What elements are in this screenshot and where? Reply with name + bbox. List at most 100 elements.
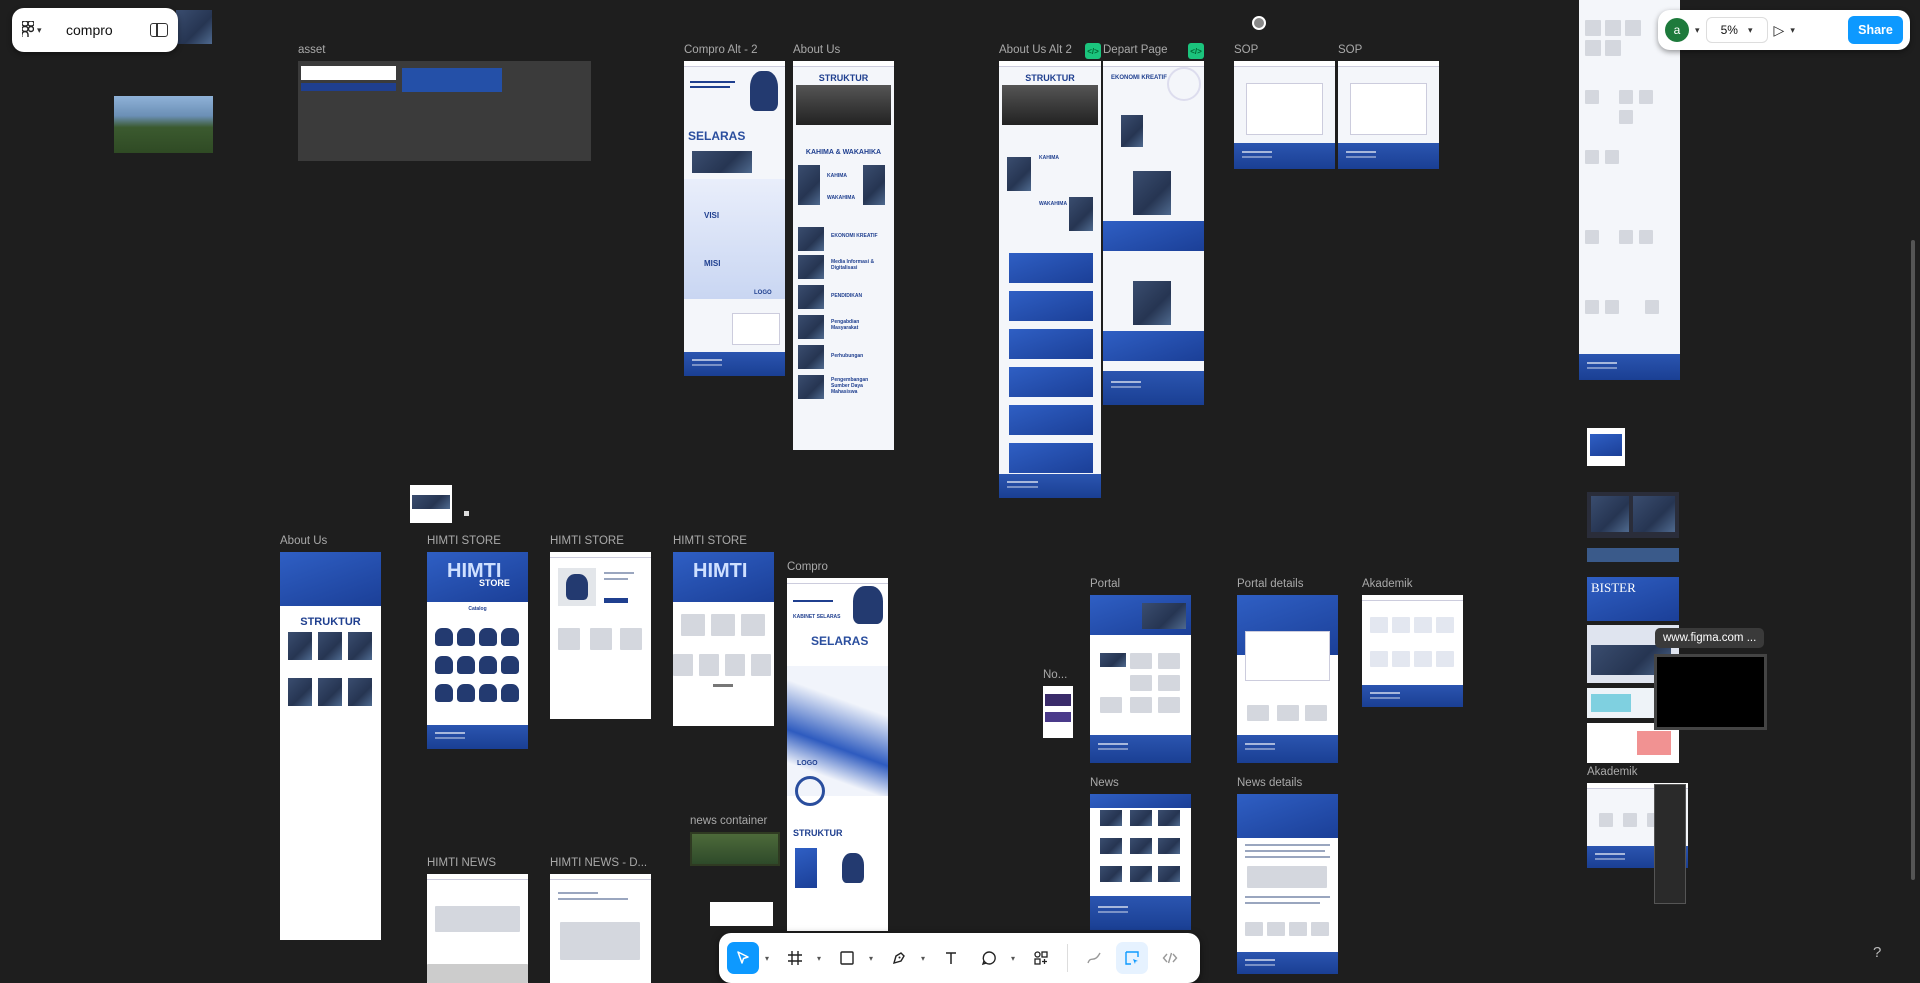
frame-label-himti-store-3[interactable]: HIMTI STORE	[673, 535, 747, 547]
main-menu-button[interactable]: ▾	[21, 19, 56, 40]
frame-thumb[interactable]	[1587, 428, 1625, 466]
zoom-dropdown[interactable]: 5% ▾	[1705, 17, 1768, 43]
frame-small-thumb[interactable]	[410, 485, 452, 523]
frame-label-about-us-bottom[interactable]: About Us	[280, 535, 327, 547]
frame-compro[interactable]: KABINET SELARAS SELARAS LOGO STRUKTUR	[787, 578, 888, 931]
chevron-down-icon[interactable]: ▾	[1695, 25, 1700, 36]
image-thumbnail[interactable]	[176, 10, 212, 44]
zoom-level: 5%	[1720, 23, 1738, 37]
frame-no[interactable]	[1043, 686, 1073, 738]
toolbar-divider	[1067, 944, 1068, 972]
actions-tool-icon[interactable]	[1025, 942, 1057, 974]
frame-label-news-details[interactable]: News details	[1237, 777, 1302, 789]
frame-label-news[interactable]: News	[1090, 777, 1119, 789]
frame-portal[interactable]	[1090, 595, 1191, 763]
frame-label-himti-news-d[interactable]: HIMTI NEWS - D...	[550, 857, 647, 869]
frame-about-us-alt-2[interactable]: STRUKTUR KAHIMA WAKAHIMA	[999, 61, 1101, 498]
logo-heading: LOGO	[754, 290, 772, 296]
chevron-down-icon[interactable]: ▾	[1011, 954, 1019, 963]
pen-tool-icon[interactable]	[883, 942, 915, 974]
frame-akademik-mid[interactable]	[1362, 595, 1463, 707]
frame-news[interactable]	[1090, 794, 1191, 930]
preview-frame[interactable]	[1654, 654, 1767, 730]
frame-tool-icon[interactable]	[779, 942, 811, 974]
code-icon[interactable]: </>	[1188, 43, 1204, 59]
vertical-scrollbar[interactable]	[1911, 240, 1915, 880]
frame-label-compro-alt-2[interactable]: Compro Alt - 2	[684, 44, 758, 56]
design-mode-icon[interactable]	[1116, 942, 1148, 974]
multiplayer-cursor	[1252, 16, 1266, 30]
share-button[interactable]: Share	[1848, 16, 1903, 44]
frame-compro-alt-2[interactable]: SELARAS VISI MISI LOGO	[684, 61, 785, 376]
figma-logo-icon	[21, 19, 35, 40]
mobile-frame[interactable]	[1654, 784, 1686, 904]
frame-label-about-us-alt-2[interactable]: About Us Alt 2	[999, 44, 1072, 56]
frame-bister[interactable]: BISTER	[1587, 577, 1679, 621]
bottom-toolbar: ▾ ▾ ▾ ▾ ▾	[719, 933, 1200, 983]
frame-himti-news-d[interactable]	[550, 874, 651, 983]
chevron-down-icon[interactable]: ▾	[921, 954, 929, 963]
avatar[interactable]: a	[1665, 18, 1689, 42]
frame-himti-store-2[interactable]	[550, 552, 651, 719]
move-tool-icon[interactable]	[727, 942, 759, 974]
struktur-heading: STRUKTUR	[818, 73, 869, 83]
file-name[interactable]: compro	[66, 22, 140, 38]
frame-asset[interactable]	[298, 61, 591, 161]
chevron-down-icon: ▾	[37, 24, 42, 35]
frame-label-compro[interactable]: Compro	[787, 561, 828, 573]
comment-tool-icon[interactable]	[973, 942, 1005, 974]
frame-label-sop-1[interactable]: SOP	[1234, 44, 1258, 56]
frame-news-details[interactable]	[1237, 794, 1338, 974]
frame-about-us-bottom[interactable]: STRUKTUR	[280, 552, 381, 940]
frame-about-us-top[interactable]: STRUKTUR KAHIMA & WAKAHIKA KAHIMA WAKAHI…	[793, 61, 894, 450]
frame-portal-details[interactable]	[1237, 595, 1338, 763]
frame-label-depart-page[interactable]: Depart Page	[1103, 44, 1168, 56]
image-thumbnail[interactable]	[114, 96, 213, 153]
frame-label-himti-news[interactable]: HIMTI NEWS	[427, 857, 496, 869]
frame-right-tall[interactable]	[1579, 0, 1680, 380]
frame-sop-2[interactable]	[1338, 61, 1439, 169]
selaras-heading: SELARAS	[688, 129, 746, 143]
misi-heading: MISI	[704, 259, 721, 268]
frame-label-portal[interactable]: Portal	[1090, 578, 1120, 590]
frame-label-about-us-top[interactable]: About Us	[793, 44, 840, 56]
frame-label-portal-details[interactable]: Portal details	[1237, 578, 1303, 590]
chevron-down-icon[interactable]: ▾	[1790, 25, 1795, 36]
frame-label-no[interactable]: No...	[1043, 669, 1067, 681]
tiny-frame[interactable]	[464, 511, 469, 516]
frame-label-akademik-mid[interactable]: Akademik	[1362, 578, 1413, 590]
rectangle-tool-icon[interactable]	[831, 942, 863, 974]
kahima-wakahika-heading: KAHIMA & WAKAHIKA	[805, 149, 882, 156]
frame-sop-1[interactable]	[1234, 61, 1335, 169]
chevron-down-icon[interactable]: ▾	[869, 954, 877, 963]
frame-label-sop-2[interactable]: SOP	[1338, 44, 1362, 56]
frame-depart-page[interactable]: EKONOMI KREATIF	[1103, 61, 1204, 405]
draw-mode-icon[interactable]	[1078, 942, 1110, 974]
frame-news-container[interactable]	[690, 832, 780, 866]
file-toolbar: ▾ compro	[12, 8, 178, 52]
present-play-icon[interactable]: ▷	[1774, 22, 1785, 39]
sidebar-toggle-icon[interactable]	[150, 23, 168, 37]
frame-himti-store-1[interactable]: HIMTI STORE Catalog	[427, 552, 528, 749]
frame-small-table[interactable]	[710, 902, 773, 926]
frame-himti-store-3[interactable]: HIMTI	[673, 552, 774, 726]
top-right-toolbar: a ▾ 5% ▾ ▷ ▾ Share	[1658, 10, 1910, 50]
frame-label-news-container[interactable]: news container	[690, 815, 767, 827]
text-tool-icon[interactable]	[935, 942, 967, 974]
chevron-down-icon[interactable]: ▾	[765, 954, 773, 963]
frame-thumb-strip[interactable]	[1587, 548, 1679, 562]
bister-heading: BISTER	[1591, 580, 1636, 595]
url-tooltip: www.figma.com ...	[1655, 628, 1765, 648]
figma-canvas[interactable]: asset Compro Alt - 2 SELARAS VISI MISI L…	[0, 0, 1920, 983]
help-button[interactable]: ?	[1873, 944, 1881, 961]
chevron-down-icon: ▾	[1747, 24, 1753, 35]
dev-mode-icon[interactable]	[1154, 942, 1186, 974]
chevron-down-icon[interactable]: ▾	[817, 954, 825, 963]
frame-label-akademik-right[interactable]: Akademik	[1587, 766, 1638, 778]
frame-thumb-dark[interactable]	[1587, 492, 1679, 538]
frame-himti-news[interactable]	[427, 874, 528, 983]
frame-label-himti-store-2[interactable]: HIMTI STORE	[550, 535, 624, 547]
frame-label-himti-store-1[interactable]: HIMTI STORE	[427, 535, 501, 547]
code-icon[interactable]: </>	[1085, 43, 1101, 59]
frame-label-asset[interactable]: asset	[298, 44, 326, 56]
